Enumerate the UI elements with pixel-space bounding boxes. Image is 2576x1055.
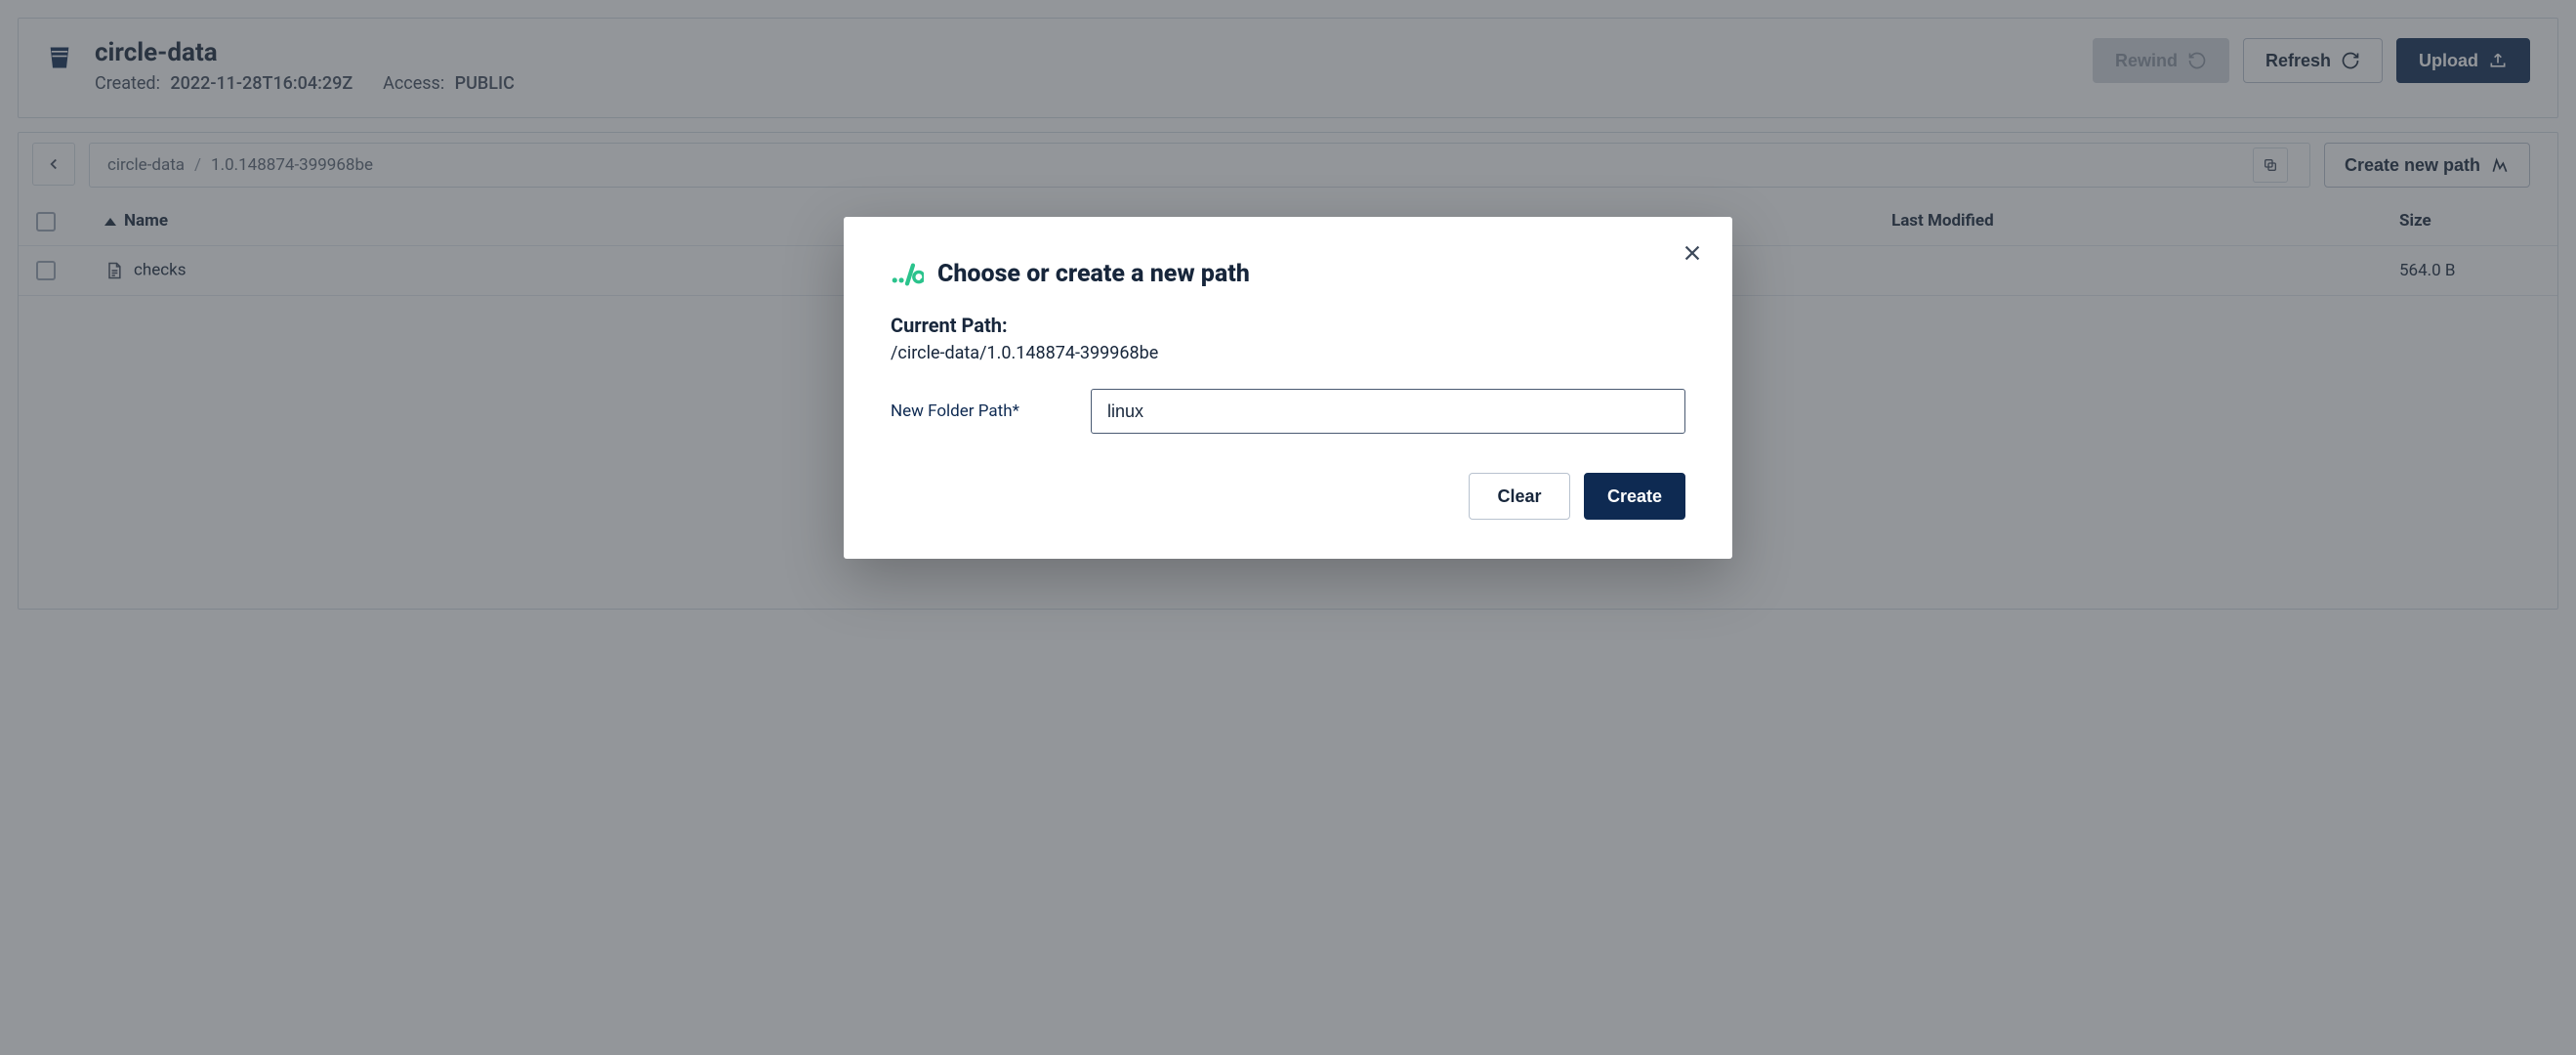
create-label: Create	[1607, 486, 1662, 507]
current-path-label: Current Path:	[891, 314, 1685, 337]
clear-button[interactable]: Clear	[1469, 473, 1570, 520]
clear-label: Clear	[1497, 486, 1541, 507]
brand-logo-icon	[891, 261, 924, 288]
close-icon	[1682, 242, 1703, 264]
new-folder-path-label: New Folder Path*	[891, 401, 1061, 421]
create-path-modal: Choose or create a new path Current Path…	[844, 217, 1732, 559]
modal-title: Choose or create a new path	[937, 260, 1250, 288]
modal-overlay[interactable]: Choose or create a new path Current Path…	[0, 0, 2576, 1055]
new-folder-path-input[interactable]	[1091, 389, 1685, 434]
create-button[interactable]: Create	[1584, 473, 1685, 520]
current-path-value: /circle-data/1.0.148874-399968be	[891, 343, 1685, 363]
close-button[interactable]	[1678, 238, 1707, 268]
